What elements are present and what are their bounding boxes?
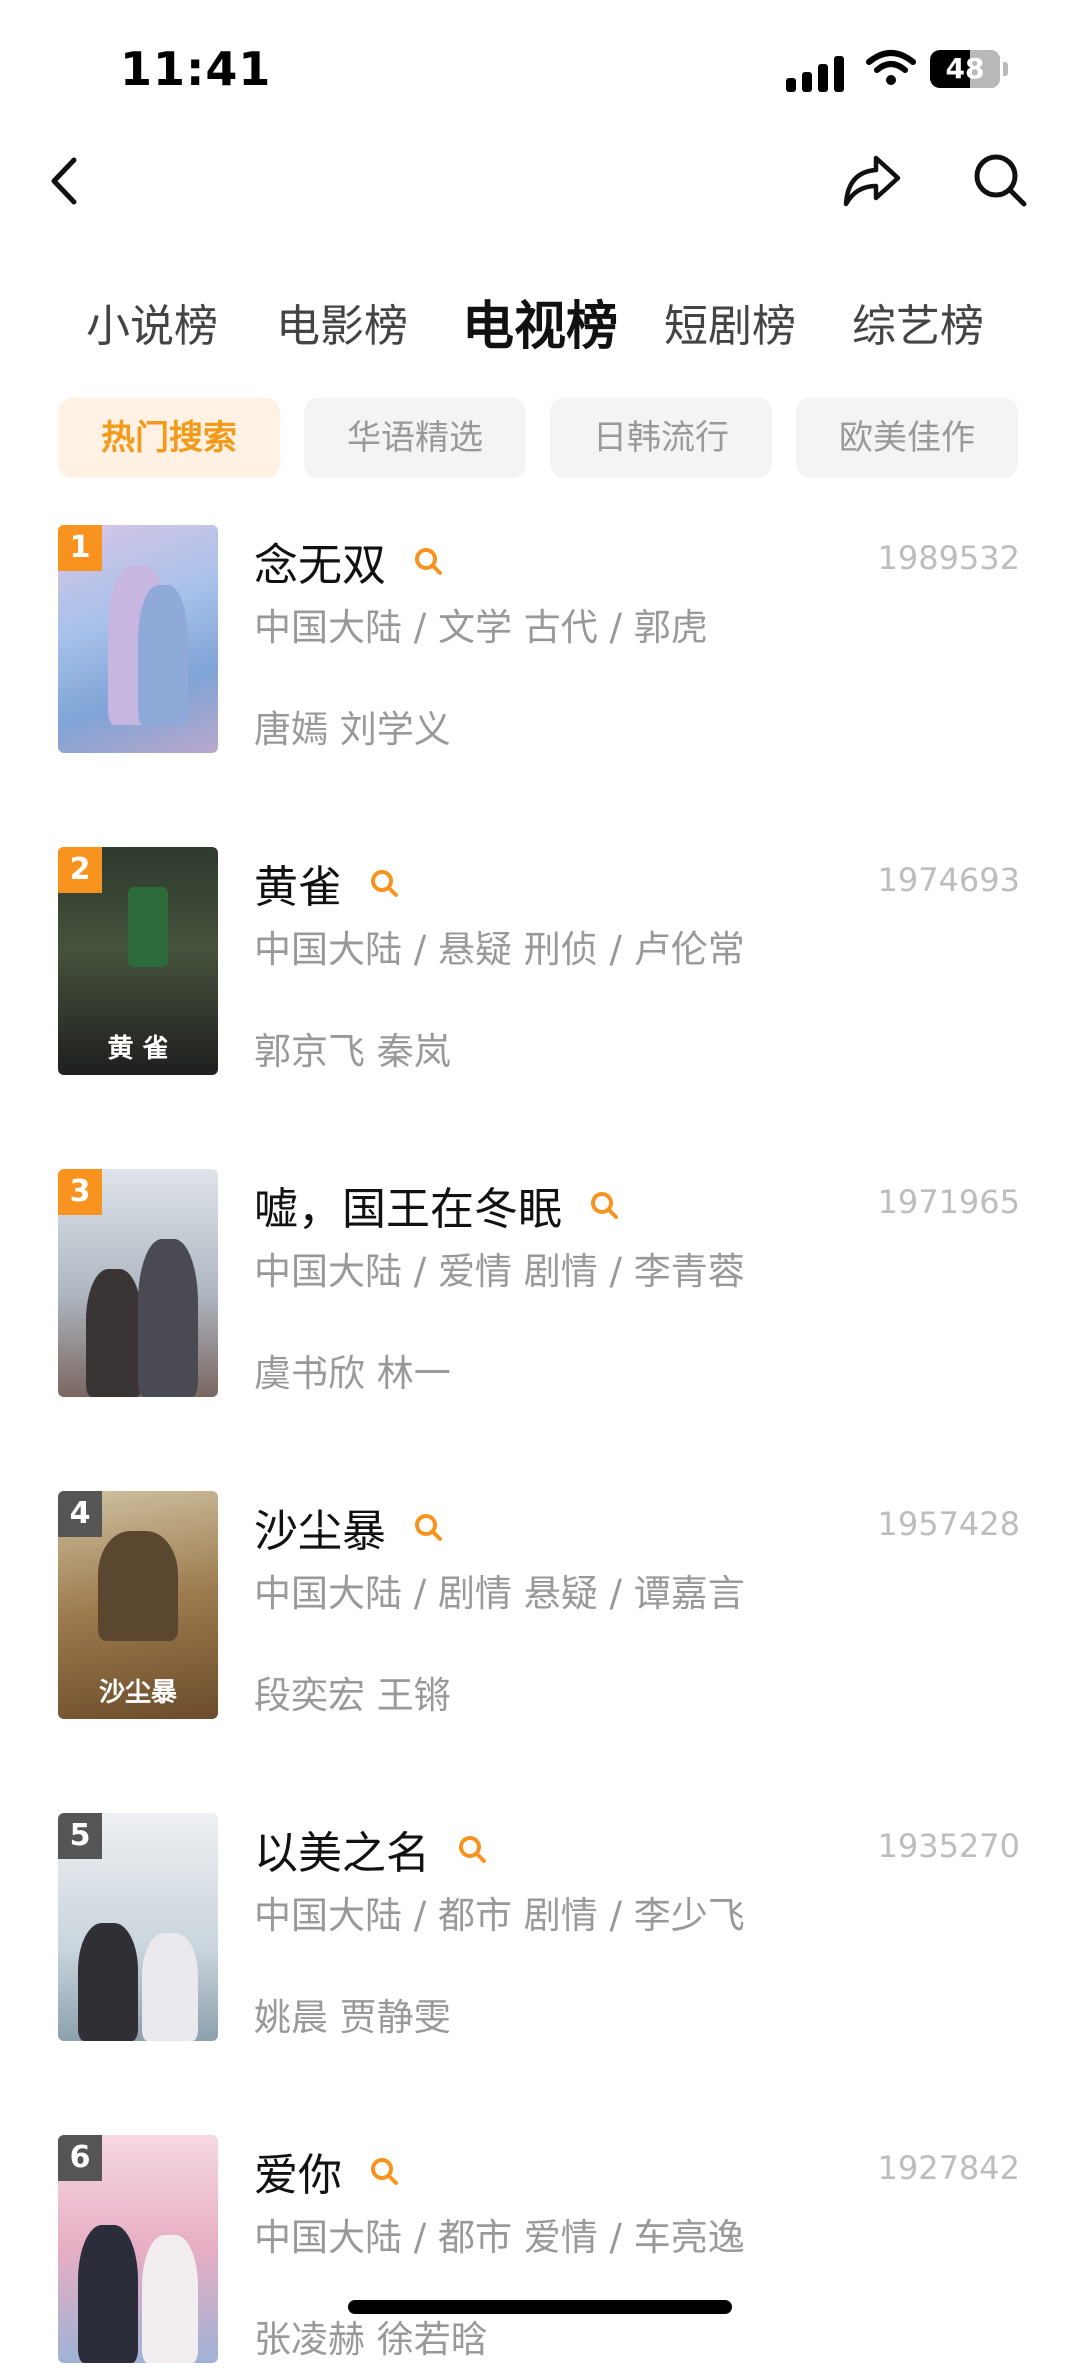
drama-title[interactable]: 沙尘暴 (254, 1506, 386, 1557)
list-item[interactable]: 黄 雀 2 黄雀 1974693 中国大陆 / 悬疑 刑侦 / 卢伦常 郭京飞 … (0, 847, 1080, 1087)
poster-image[interactable]: 6 (58, 2135, 218, 2363)
title-row: 爱你 (254, 2139, 401, 2201)
title-row: 黄雀 (254, 851, 401, 913)
battery-level: 48 (945, 52, 985, 85)
rank-badge: 2 (58, 847, 102, 893)
drama-title[interactable]: 以美之名 (254, 1828, 430, 1879)
cellular-signal-icon (786, 52, 846, 92)
drama-cast: 虞书欣 林一 (254, 1352, 451, 1395)
rank-badge: 6 (58, 2135, 102, 2181)
list-item[interactable]: 6 爱你 1927842 中国大陆 / 都市 爱情 / 车亮逸 张凌赫 徐若晗 (0, 2135, 1080, 2375)
tab-tv[interactable]: 电视榜 (462, 284, 618, 359)
title-row: 嘘，国王在冬眠 (254, 1173, 621, 1235)
drama-meta: 中国大陆 / 都市 爱情 / 车亮逸 (254, 2216, 745, 2259)
search-icon[interactable] (367, 2154, 401, 2188)
rank-badge: 3 (58, 1169, 102, 1215)
drama-cast: 张凌赫 徐若晗 (254, 2318, 488, 2361)
poster-title-text: 沙尘暴 (98, 1678, 177, 1708)
chip-hot-search[interactable]: 热门搜索 (58, 398, 280, 478)
wifi-icon (866, 50, 916, 85)
drama-title[interactable]: 念无双 (254, 540, 386, 591)
chip-chinese[interactable]: 华语精选 (304, 398, 526, 478)
drama-meta: 中国大陆 / 剧情 悬疑 / 谭嘉言 (254, 1572, 745, 1615)
search-icon[interactable] (587, 1188, 621, 1222)
chip-japan-korea[interactable]: 日韩流行 (550, 398, 772, 478)
list-item[interactable]: 1 念无双 1989532 中国大陆 / 文学 古代 / 郭虎 唐嫣 刘学义 (0, 525, 1080, 765)
list-item[interactable]: 沙尘暴 4 沙尘暴 1957428 中国大陆 / 剧情 悬疑 / 谭嘉言 段奕宏… (0, 1491, 1080, 1731)
drama-meta: 中国大陆 / 都市 剧情 / 李少飞 (254, 1894, 745, 1937)
share-arrow-icon[interactable] (840, 150, 904, 210)
poster-image[interactable]: 沙尘暴 4 (58, 1491, 218, 1719)
drama-title[interactable]: 黄雀 (254, 862, 342, 913)
search-icon[interactable] (970, 150, 1030, 210)
poster-image[interactable]: 黄 雀 2 (58, 847, 218, 1075)
battery-icon: 48 (930, 50, 1000, 88)
poster-title-text: 黄 雀 (107, 1034, 169, 1064)
rank-badge: 4 (58, 1491, 102, 1537)
tab-short-drama[interactable]: 短剧榜 (664, 290, 796, 354)
battery-tip (1003, 62, 1008, 76)
search-icon[interactable] (411, 544, 445, 578)
home-indicator[interactable] (348, 2300, 732, 2314)
drama-title[interactable]: 嘘，国王在冬眠 (254, 1184, 562, 1235)
list-item[interactable]: 3 嘘，国王在冬眠 1971965 中国大陆 / 爱情 剧情 / 李青蓉 虞书欣… (0, 1169, 1080, 1409)
search-icon[interactable] (367, 866, 401, 900)
tab-variety[interactable]: 综艺榜 (852, 290, 984, 354)
chevron-left-icon[interactable] (44, 154, 84, 208)
nav-bar (0, 140, 1080, 220)
filter-chips: 热门搜索 华语精选 日韩流行 欧美佳作 (0, 398, 1080, 478)
drama-meta: 中国大陆 / 悬疑 刑侦 / 卢伦常 (254, 928, 745, 971)
poster-image[interactable]: 1 (58, 525, 218, 753)
drama-cast: 姚晨 贾静雯 (254, 1996, 451, 2039)
drama-cast: 唐嫣 刘学义 (254, 708, 451, 751)
drama-meta: 中国大陆 / 文学 古代 / 郭虎 (254, 606, 708, 649)
drama-cast: 段奕宏 王锵 (254, 1674, 451, 1717)
drama-title[interactable]: 爱你 (254, 2150, 342, 2201)
rank-badge: 5 (58, 1813, 102, 1859)
poster-image[interactable]: 5 (58, 1813, 218, 2041)
search-count: 1935270 (877, 1827, 1020, 1865)
status-time: 11:41 (120, 42, 272, 96)
search-count: 1957428 (877, 1505, 1020, 1543)
tab-movie[interactable]: 电影榜 (276, 290, 408, 354)
status-bar: 11:41 48 (0, 0, 1080, 130)
list-item[interactable]: 5 以美之名 1935270 中国大陆 / 都市 剧情 / 李少飞 姚晨 贾静雯 (0, 1813, 1080, 2053)
category-tabs: 小说榜 电影榜 电视榜 短剧榜 综艺榜 (0, 290, 1080, 370)
chip-western[interactable]: 欧美佳作 (796, 398, 1018, 478)
search-count: 1974693 (877, 861, 1020, 899)
tab-novel[interactable]: 小说榜 (86, 290, 218, 354)
drama-meta: 中国大陆 / 爱情 剧情 / 李青蓉 (254, 1250, 745, 1293)
search-icon[interactable] (411, 1510, 445, 1544)
rank-badge: 1 (58, 525, 102, 571)
title-row: 念无双 (254, 529, 445, 591)
title-row: 以美之名 (254, 1817, 489, 1879)
search-count: 1989532 (877, 539, 1020, 577)
drama-cast: 郭京飞 秦岚 (254, 1030, 451, 1073)
search-icon[interactable] (455, 1832, 489, 1866)
poster-image[interactable]: 3 (58, 1169, 218, 1397)
search-count: 1927842 (877, 2149, 1020, 2187)
search-count: 1971965 (877, 1183, 1020, 1221)
title-row: 沙尘暴 (254, 1495, 445, 1557)
